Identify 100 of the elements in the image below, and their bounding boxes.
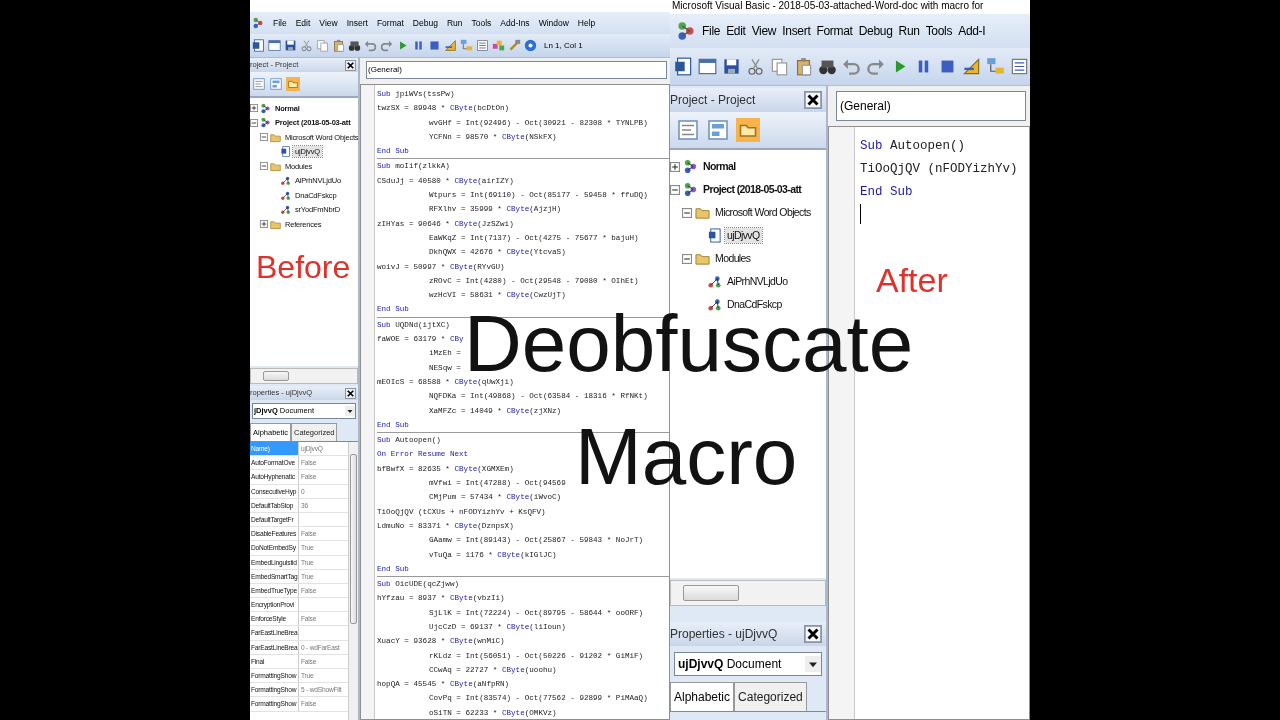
- tree-item[interactable]: Microsoft Word Objects: [713, 204, 813, 221]
- tree-item[interactable]: Modules: [713, 250, 753, 267]
- paste-icon[interactable]: [332, 39, 345, 52]
- redo-icon[interactable]: [866, 57, 885, 76]
- folder-icon: [270, 218, 281, 230]
- stop-icon[interactable]: [428, 39, 441, 52]
- document-icon[interactable]: [674, 57, 693, 76]
- headline-text: Macro: [575, 427, 798, 487]
- menu-item[interactable]: Insert: [346, 16, 368, 30]
- tree-toggle-icon[interactable]: [682, 207, 692, 218]
- tree-item[interactable]: Normal: [701, 158, 738, 175]
- pause-icon[interactable]: [412, 39, 425, 52]
- tree-toggle-icon[interactable]: [670, 184, 680, 195]
- object-browser-icon[interactable]: [492, 39, 505, 52]
- save-icon[interactable]: [284, 39, 297, 52]
- close-icon[interactable]: [345, 387, 356, 399]
- close-icon[interactable]: [804, 625, 822, 643]
- document-icon: [707, 228, 722, 243]
- horizontal-scrollbar[interactable]: [250, 368, 358, 384]
- tree-toggle-icon[interactable]: [260, 220, 268, 229]
- properties-icon[interactable]: [476, 39, 489, 52]
- menu-item[interactable]: Run: [898, 22, 920, 40]
- copy-icon[interactable]: [770, 57, 789, 76]
- document-icon: [280, 146, 291, 158]
- menu-item[interactable]: Edit: [295, 16, 311, 30]
- menu-item[interactable]: Tools: [471, 16, 492, 30]
- folder-icon: [695, 205, 710, 220]
- tree-toggle-icon[interactable]: [250, 118, 258, 127]
- project-explorer-icon[interactable]: [986, 57, 1005, 76]
- cursor-position: Ln 1, Col 1: [544, 39, 583, 52]
- tree-item[interactable]: AiPrhNVLjdUo: [725, 273, 790, 290]
- module-icon: [280, 175, 291, 187]
- module-icon: [707, 274, 722, 289]
- tree-toggle-icon[interactable]: [250, 104, 258, 113]
- view-object-icon[interactable]: [269, 77, 283, 91]
- object-dropdown[interactable]: ujDjvvQ Document: [674, 652, 822, 676]
- folder-view-icon[interactable]: [736, 118, 760, 142]
- paste-icon[interactable]: [794, 57, 813, 76]
- menu-item[interactable]: Debug: [412, 16, 438, 30]
- pane-title: Project - Project: [670, 92, 756, 109]
- close-icon[interactable]: [804, 91, 822, 109]
- save-icon[interactable]: [722, 57, 741, 76]
- tree-toggle-icon[interactable]: [670, 161, 680, 172]
- view-code-icon[interactable]: [676, 118, 700, 142]
- scissors-icon[interactable]: [746, 57, 765, 76]
- menu-item[interactable]: Format: [816, 22, 853, 40]
- object-dropdown[interactable]: (General): [366, 61, 667, 79]
- project-icon: [683, 182, 698, 197]
- undo-icon[interactable]: [842, 57, 861, 76]
- module-icon: [280, 189, 291, 201]
- copy-icon[interactable]: [316, 39, 329, 52]
- project-icon: [260, 102, 271, 114]
- help-icon[interactable]: [524, 39, 537, 52]
- menu-item[interactable]: Debug: [858, 22, 893, 40]
- menu-item[interactable]: Run: [446, 16, 463, 30]
- window-title: Microsoft Visual Basic - 2018-05-03-attached-Word-doc with macro for: [672, 0, 984, 12]
- overlay-caption: Before: [256, 251, 351, 283]
- menu-item[interactable]: View: [751, 22, 777, 40]
- project-explorer-icon[interactable]: [460, 39, 473, 52]
- redo-icon[interactable]: [380, 39, 393, 52]
- code-line: End Sub: [860, 184, 914, 201]
- tab[interactable]: Alphabetic: [670, 682, 735, 711]
- menu-item[interactable]: Insert: [782, 22, 811, 40]
- menu-item[interactable]: Tools: [925, 22, 953, 40]
- binoculars-icon[interactable]: [348, 39, 361, 52]
- headline-text: Deobfuscate: [464, 314, 914, 374]
- document-icon[interactable]: [252, 39, 265, 52]
- tree-item[interactable]: Project (2018-05-03-att: [701, 181, 804, 198]
- menu-item[interactable]: Add-I: [958, 22, 986, 40]
- object-dropdown[interactable]: (General): [836, 91, 1026, 121]
- folder-view-icon[interactable]: [286, 77, 300, 91]
- menu-item[interactable]: Format: [376, 16, 404, 30]
- folder-icon: [270, 131, 281, 143]
- form-icon[interactable]: [268, 39, 281, 52]
- code-line: TiOoQjQV (nFODYizhYv): [860, 161, 1019, 178]
- toolbox-icon[interactable]: [508, 39, 521, 52]
- horizontal-scrollbar[interactable]: [670, 580, 826, 606]
- menu-item[interactable]: File: [273, 16, 287, 30]
- code-line: Sub Autoopen(): [860, 138, 967, 155]
- menu-item[interactable]: Add-Ins: [500, 16, 530, 30]
- folder-icon: [695, 251, 710, 266]
- form-icon[interactable]: [698, 57, 717, 76]
- menu-item[interactable]: Edit: [726, 22, 746, 40]
- view-object-icon[interactable]: [706, 118, 730, 142]
- menu-item[interactable]: View: [319, 16, 338, 30]
- vertical-scrollbar[interactable]: [348, 442, 358, 720]
- module-icon: [707, 297, 722, 312]
- tree-toggle-icon[interactable]: [260, 162, 268, 171]
- folder-icon: [270, 160, 281, 172]
- view-code-icon[interactable]: [252, 77, 266, 91]
- menu-item[interactable]: File: [702, 22, 721, 40]
- tree-item[interactable]: DnaCdFskcp: [725, 296, 784, 313]
- menu-item[interactable]: Help: [577, 16, 596, 30]
- menu-item[interactable]: Window: [538, 16, 569, 30]
- tree-toggle-icon[interactable]: [260, 133, 268, 142]
- tab[interactable]: Categorized: [734, 682, 807, 711]
- properties-icon[interactable]: [1010, 57, 1029, 76]
- close-icon[interactable]: [345, 59, 356, 71]
- tree-item[interactable]: ujDjvvQ: [725, 227, 762, 244]
- tree-toggle-icon[interactable]: [682, 253, 692, 264]
